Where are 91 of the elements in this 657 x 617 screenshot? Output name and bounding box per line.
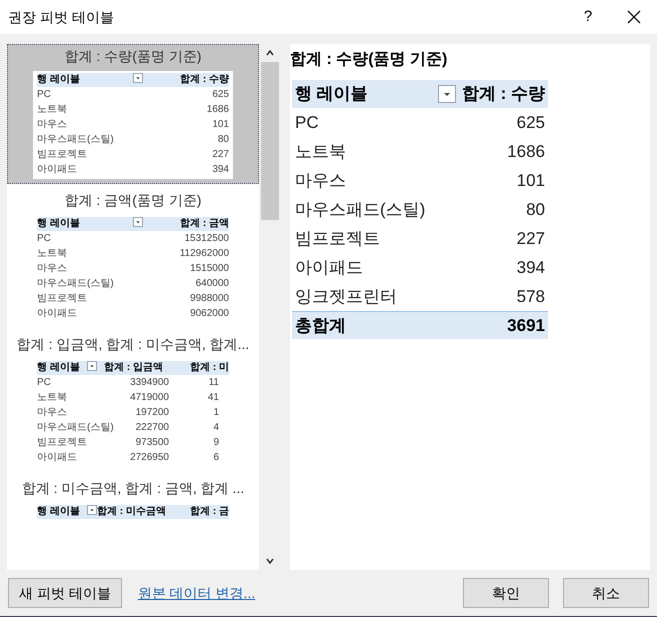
table-cell-text: 101 — [211, 118, 229, 132]
table-header: 합계 : 입금액 — [103, 361, 163, 375]
table-cell-text: 1686 — [206, 103, 229, 117]
table-header: 행 레이블 — [37, 73, 81, 87]
table-cell-text: 9 — [212, 436, 219, 450]
table-cell-text: 227 — [516, 228, 545, 250]
table-header: 합계 : 미수금액 — [97, 505, 163, 519]
table-cell-text: 41 — [206, 391, 219, 405]
table-cell-text: 11 — [208, 376, 219, 390]
table-cell-text: 노트북 — [37, 103, 68, 117]
table-cell-text: 80 — [526, 198, 545, 221]
table-cell-text: 마우스패드(스틸) — [37, 133, 115, 147]
table-header: 합계 : 수량 — [179, 73, 229, 87]
table-header: 합계 : 금 — [189, 505, 229, 519]
table-cell-text: 9062000 — [189, 307, 229, 321]
table-cell-text: 578 — [516, 286, 545, 308]
table-cell-text: 아이패드 — [37, 451, 78, 465]
table-cell-text: 9988000 — [189, 292, 229, 306]
table-cell-text: 빔프로젝트 — [295, 228, 381, 250]
table-cell-text: 잉크젯프린터 — [295, 286, 398, 308]
table-cell-text: 아이패드 — [37, 163, 78, 177]
table-cell-text: 빔프로젝트 — [37, 292, 88, 306]
table-cell-text: 1 — [212, 406, 219, 420]
table-cell-text: 아이패드 — [295, 256, 364, 279]
item-caption: 합계 : 입금액, 합계 : 미수금액, 합계... — [16, 335, 250, 354]
table-cell-text: 4 — [212, 421, 219, 435]
table-cell-text: 227 — [211, 148, 229, 162]
table-cell-text: 노트북 — [37, 247, 68, 261]
table-header: 합계 : 미 — [189, 361, 229, 375]
table-cell-text: PC — [295, 112, 320, 134]
table-cell-text: 640000 — [194, 277, 229, 291]
table-cell-text: 973500 — [134, 436, 169, 450]
filter-dropdown-icon[interactable] — [438, 85, 456, 103]
help-button[interactable]: ? — [565, 0, 611, 34]
filter-dropdown-icon[interactable] — [133, 217, 143, 227]
table-cell-text: 2726950 — [129, 451, 169, 465]
table-cell-text: PC — [37, 88, 52, 102]
table-cell-text: 마우스 — [37, 262, 68, 276]
filter-dropdown-icon[interactable] — [87, 505, 97, 515]
filter-dropdown-icon[interactable] — [133, 73, 143, 83]
table-cell-text: 625 — [211, 88, 229, 102]
table-cell-text: 4719000 — [129, 391, 169, 405]
table-cell-text: 1515000 — [189, 262, 229, 276]
table-cell-text: 394 — [211, 163, 229, 177]
preview-title: 합계 : 수량(품명 기준) — [290, 50, 448, 70]
table-cell-text: 마우스패드(스틸) — [37, 277, 115, 291]
table-cell-text: 아이패드 — [37, 307, 78, 321]
total-value: 3691 — [507, 314, 545, 337]
table-cell-text: 마우스 — [37, 406, 68, 420]
cancel-button[interactable]: 취소 — [563, 578, 649, 608]
item-caption: 합계 : 수량(품명 기준) — [64, 47, 202, 66]
table-header: 행 레이블 — [37, 217, 81, 231]
table-cell-text: 마우스 — [295, 170, 347, 192]
scroll-down-icon[interactable] — [264, 556, 274, 566]
table-header: 합계 : 금액 — [179, 217, 229, 231]
table-cell-text: 3394900 — [129, 376, 169, 390]
table-header: 합계 : 수량 — [462, 83, 545, 106]
scrollbar-thumb[interactable] — [260, 62, 278, 220]
close-icon — [627, 10, 641, 24]
table-header: 행 레이블 — [37, 361, 81, 375]
table-cell-text: 101 — [516, 170, 545, 192]
filter-dropdown-icon[interactable] — [87, 361, 97, 371]
table-cell-text: 마우스패드(스틸) — [37, 421, 115, 435]
table-cell-text: 노트북 — [295, 140, 347, 163]
table-cell-text: 마우스패드(스틸) — [295, 198, 426, 221]
table-cell-text: 222700 — [134, 421, 169, 435]
table-cell-text: 80 — [216, 133, 229, 147]
table-cell-text: PC — [37, 232, 52, 246]
table-cell-text: 625 — [516, 112, 545, 134]
table-cell-text: 15312500 — [184, 232, 229, 246]
table-cell-text: 112962000 — [178, 247, 229, 261]
table-cell-text: 빔프로젝트 — [37, 148, 88, 162]
item-caption: 합계 : 미수금액, 합계 : 금액, 합계 ... — [22, 479, 244, 498]
new-pivot-button[interactable]: 새 피벗 테이블 — [8, 578, 122, 608]
table-cell-text: 394 — [516, 256, 545, 279]
change-source-link[interactable]: 원본 데이터 변경... — [138, 582, 256, 604]
table-cell-text: 6 — [212, 451, 219, 465]
ok-button[interactable]: 확인 — [463, 578, 549, 608]
table-cell-text: PC — [37, 376, 52, 390]
table-header: 행 레이블 — [37, 505, 81, 519]
scroll-up-icon[interactable] — [264, 48, 274, 58]
table-cell-text: 1686 — [507, 140, 545, 163]
total-label: 총합계 — [295, 314, 347, 337]
table-cell-text: 빔프로젝트 — [37, 436, 88, 450]
recommendation-item[interactable]: 합계 : 수량(품명 기준) 행 레이블 합계 : 수량 PC 625 노트북 1686 마우스 101 마우스패드(스틸) 80 빔프로젝트 227 아이패드 394 — [7, 44, 259, 184]
table-cell-text: 노트북 — [37, 391, 68, 405]
item-caption: 합계 : 금액(품명 기준) — [64, 191, 202, 210]
table-cell-text: 197200 — [134, 406, 169, 420]
table-cell-text: 마우스 — [37, 118, 68, 132]
table-header: 행 레이블 — [295, 83, 369, 106]
window-title: 권장 피벗 테이블 — [8, 8, 115, 26]
